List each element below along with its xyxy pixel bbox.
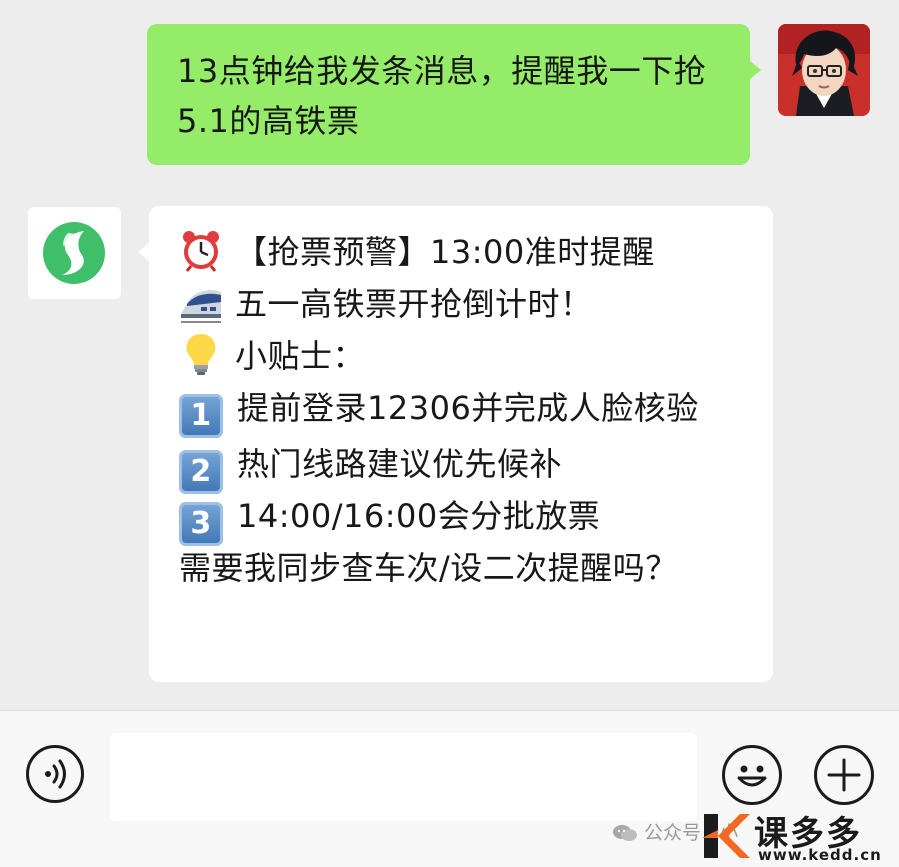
light-bulb-icon <box>186 334 216 375</box>
message-line-text: 提前登录12306并完成人脸核验 <box>237 389 699 427</box>
message-line-text: 14:00/16:00会分批放票 <box>237 497 601 535</box>
message-line-text: 小贴士： <box>235 337 366 375</box>
chat-area[interactable]: 13点钟给我发条消息，提醒我一下抢5.1的高铁票 【抢票预警】13:00准时提醒 <box>0 0 899 710</box>
anime-character-avatar-icon <box>778 24 870 116</box>
message-line-text: 五一高铁票开抢倒计时！ <box>235 285 593 323</box>
message-line-tips: 小贴士： <box>179 330 763 382</box>
user-avatar[interactable] <box>778 24 870 116</box>
message-line-alarm: 【抢票预警】13:00准时提醒 <box>179 226 763 278</box>
brand-url: www.kedd.cn <box>758 846 882 864</box>
user-message-bubble[interactable]: 13点钟给我发条消息，提醒我一下抢5.1的高铁票 <box>147 24 761 165</box>
message-input[interactable] <box>110 733 697 821</box>
high-speed-train-icon <box>181 290 221 323</box>
message-line-text: 【抢票预警】13:00准时提醒 <box>235 233 655 271</box>
message-line-step-2: 2 热门线路建议优先候补 <box>179 438 763 494</box>
keycap-2-icon: 2 <box>179 450 223 494</box>
voice-input-icon <box>45 759 66 789</box>
smiley-icon <box>737 765 767 787</box>
assistant-logo-icon <box>43 222 105 284</box>
assistant-avatar[interactable] <box>28 207 121 299</box>
brand-k-icon <box>702 814 750 858</box>
message-line-text: 需要我同步查车次/设二次提醒吗？ <box>179 549 678 587</box>
message-line-question: 需要我同步查车次/设二次提醒吗？ <box>179 542 763 594</box>
message-line-train: 五一高铁票开抢倒计时！ <box>179 278 763 330</box>
assistant-message-bubble[interactable]: 【抢票预警】13:00准时提醒 五一高铁票开抢倒计时！ 小贴士： 1 提前登录12… <box>138 206 773 682</box>
wechat-icon <box>613 825 637 841</box>
message-line-text: 热门线路建议优先候补 <box>237 445 563 483</box>
keycap-1-icon: 1 <box>179 394 223 438</box>
brand-logo: 课多多 www.kedd.cn <box>700 808 895 864</box>
emoji-button[interactable] <box>722 745 782 805</box>
voice-input-button[interactable] <box>26 745 84 803</box>
plus-icon <box>827 758 861 792</box>
keycap-3-icon: 3 <box>179 502 223 546</box>
alarm-clock-icon <box>183 231 219 272</box>
more-actions-button[interactable] <box>814 745 874 805</box>
user-message-text: 13点钟给我发条消息，提醒我一下抢5.1的高铁票 <box>177 52 707 140</box>
message-line-step-3: 3 14:00/16:00会分批放票 <box>179 490 763 546</box>
message-line-step-1: 1 提前登录12306并完成人脸核验 <box>179 382 763 438</box>
